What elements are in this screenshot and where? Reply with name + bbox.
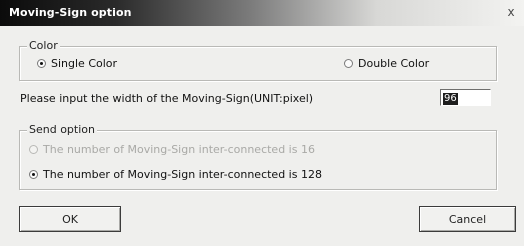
send-option-16-label: The number of Moving-Sign inter-connecte… — [43, 143, 315, 156]
send-option-group: Send option The number of Moving-Sign in… — [19, 123, 497, 190]
width-input[interactable]: 96 — [440, 89, 491, 106]
color-group: Color Single Color Double Color — [19, 39, 497, 81]
radio-checked-icon — [37, 59, 46, 68]
radio-unchecked-icon — [344, 59, 353, 68]
window-title: Moving-Sign option — [9, 6, 132, 19]
moving-sign-option-dialog: Moving-Sign option x Color Single Color … — [0, 0, 524, 246]
send-option-128-label: The number of Moving-Sign inter-connecte… — [43, 168, 322, 181]
cancel-button[interactable]: Cancel — [419, 206, 516, 232]
color-group-label: Color — [27, 39, 60, 52]
send-option-16-radio[interactable]: The number of Moving-Sign inter-connecte… — [29, 143, 315, 156]
width-input-value: 96 — [443, 93, 458, 105]
ok-button[interactable]: OK — [19, 206, 121, 232]
width-prompt-label: Please input the width of the Moving-Sig… — [20, 92, 314, 105]
radio-unchecked-icon — [29, 145, 38, 154]
send-option-group-label: Send option — [27, 123, 97, 136]
double-color-label: Double Color — [358, 57, 430, 70]
radio-checked-icon — [29, 170, 38, 179]
close-button[interactable]: x — [504, 4, 518, 20]
double-color-radio[interactable]: Double Color — [344, 57, 429, 70]
single-color-radio[interactable]: Single Color — [37, 57, 117, 70]
single-color-label: Single Color — [51, 57, 118, 70]
send-option-128-radio[interactable]: The number of Moving-Sign inter-connecte… — [29, 168, 322, 181]
title-bar: Moving-Sign option x — [0, 0, 524, 26]
